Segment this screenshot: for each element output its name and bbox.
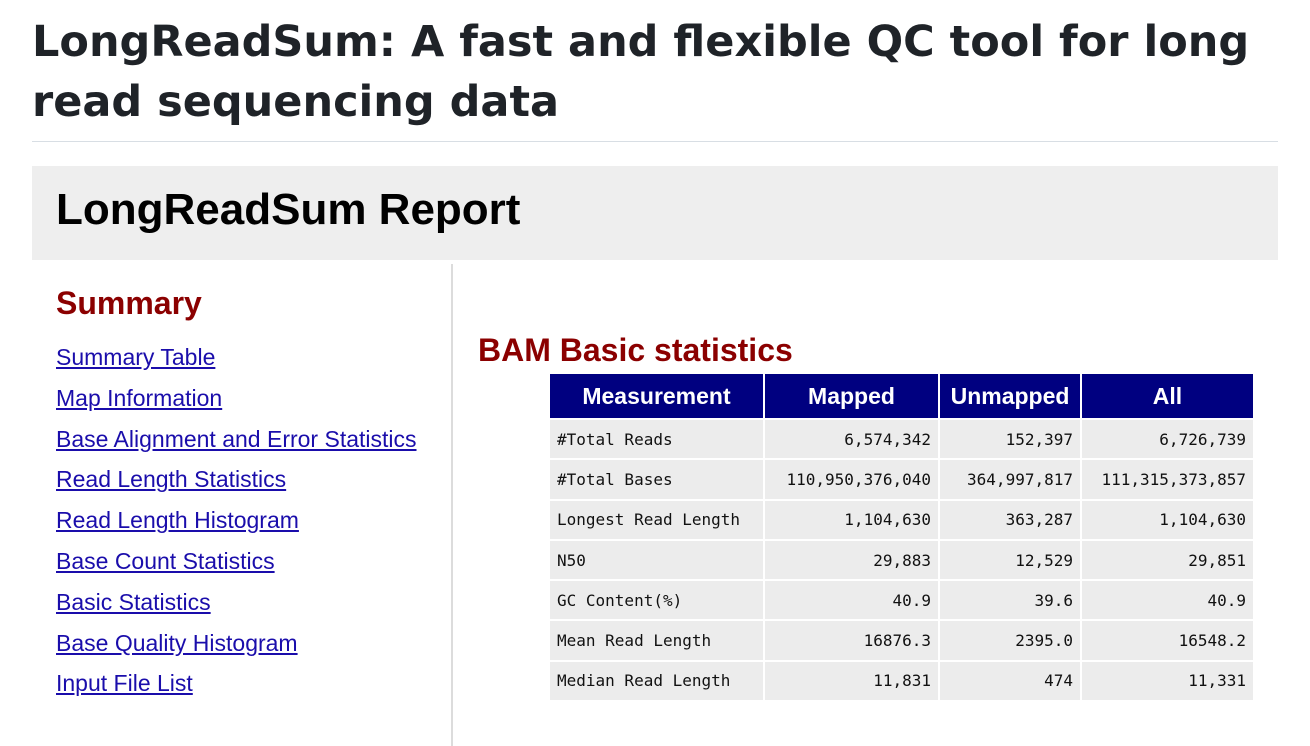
column-header-unmapped: Unmapped <box>938 372 1082 420</box>
measurement-cell: Longest Read Length <box>548 498 765 541</box>
measurement-cell: Mean Read Length <box>548 619 765 662</box>
measurement-cell: Median Read Length <box>548 659 765 703</box>
sidebar-item-input-file-list: Input File List <box>56 668 417 709</box>
all-cell: 16548.2 <box>1080 619 1255 662</box>
sidebar-item-base-quality-histogram: Base Quality Histogram <box>56 628 417 669</box>
page-title: LongReadSum: A fast and flexible QC tool… <box>32 17 1250 127</box>
sidebar-nav: Summary Table Map Information Base Align… <box>56 342 417 709</box>
base-count-statistics-link[interactable]: Base Count Statistics <box>56 548 275 574</box>
table-row: #Total Bases 110,950,376,040 364,997,817… <box>548 458 1255 501</box>
section-title: BAM Basic statistics <box>478 332 793 368</box>
column-header-all: All <box>1080 372 1255 420</box>
all-cell: 29,851 <box>1080 538 1255 582</box>
table-row: Median Read Length 11,831 474 11,331 <box>548 659 1255 703</box>
basic-statistics-link[interactable]: Basic Statistics <box>56 589 211 615</box>
unmapped-cell: 363,287 <box>938 498 1082 541</box>
mapped-cell: 29,883 <box>763 538 940 582</box>
unmapped-cell: 364,997,817 <box>938 458 1082 501</box>
measurement-cell: N50 <box>548 538 765 582</box>
table-row: Mean Read Length 16876.3 2395.0 16548.2 <box>548 619 1255 662</box>
sidebar: Summary Summary Table Map Information Ba… <box>32 264 453 746</box>
table-row: Longest Read Length 1,104,630 363,287 1,… <box>548 498 1255 541</box>
title-divider <box>32 141 1278 142</box>
measurement-cell: #Total Bases <box>548 458 765 501</box>
sidebar-item-basic-stats: Basic Statistics <box>56 587 417 628</box>
all-cell: 40.9 <box>1080 579 1255 622</box>
unmapped-cell: 12,529 <box>938 538 1082 582</box>
report-header: LongReadSum Report <box>32 166 1278 260</box>
mapped-cell: 40.9 <box>763 579 940 622</box>
column-header-measurement: Measurement <box>548 372 765 420</box>
sidebar-item-base-alignment: Base Alignment and Error Statistics <box>56 424 417 465</box>
unmapped-cell: 474 <box>938 659 1082 703</box>
mapped-cell: 110,950,376,040 <box>763 458 940 501</box>
unmapped-cell: 2395.0 <box>938 619 1082 662</box>
base-quality-histogram-link[interactable]: Base Quality Histogram <box>56 630 298 656</box>
all-cell: 111,315,373,857 <box>1080 458 1255 501</box>
map-information-link[interactable]: Map Information <box>56 385 222 411</box>
sidebar-item-read-length-histogram: Read Length Histogram <box>56 505 417 546</box>
read-length-statistics-link[interactable]: Read Length Statistics <box>56 466 286 492</box>
mapped-cell: 6,574,342 <box>763 417 940 461</box>
all-cell: 6,726,739 <box>1080 417 1255 461</box>
table-row: GC Content(%) 40.9 39.6 40.9 <box>548 579 1255 622</box>
bam-statistics-table: Measurement Mapped Unmapped All #Total R… <box>548 372 1255 703</box>
input-file-list-link[interactable]: Input File List <box>56 670 193 696</box>
table-row: #Total Reads 6,574,342 152,397 6,726,739 <box>548 417 1255 461</box>
column-header-mapped: Mapped <box>763 372 940 420</box>
mapped-cell: 11,831 <box>763 659 940 703</box>
all-cell: 1,104,630 <box>1080 498 1255 541</box>
base-alignment-link[interactable]: Base Alignment and Error Statistics <box>56 426 417 452</box>
sidebar-heading: Summary <box>56 285 202 321</box>
read-length-histogram-link[interactable]: Read Length Histogram <box>56 507 299 533</box>
measurement-cell: #Total Reads <box>548 417 765 461</box>
unmapped-cell: 39.6 <box>938 579 1082 622</box>
sidebar-item-map-information: Map Information <box>56 383 417 424</box>
unmapped-cell: 152,397 <box>938 417 1082 461</box>
sidebar-item-summary-table: Summary Table <box>56 342 417 383</box>
sidebar-item-read-length-stats: Read Length Statistics <box>56 464 417 505</box>
mapped-cell: 16876.3 <box>763 619 940 662</box>
summary-table-link[interactable]: Summary Table <box>56 344 215 370</box>
table-row: N50 29,883 12,529 29,851 <box>548 538 1255 582</box>
report-title: LongReadSum Report <box>56 185 521 234</box>
all-cell: 11,331 <box>1080 659 1255 703</box>
measurement-cell: GC Content(%) <box>548 579 765 622</box>
table-header-row: Measurement Mapped Unmapped All <box>548 372 1255 420</box>
sidebar-item-base-count-stats: Base Count Statistics <box>56 546 417 587</box>
mapped-cell: 1,104,630 <box>763 498 940 541</box>
